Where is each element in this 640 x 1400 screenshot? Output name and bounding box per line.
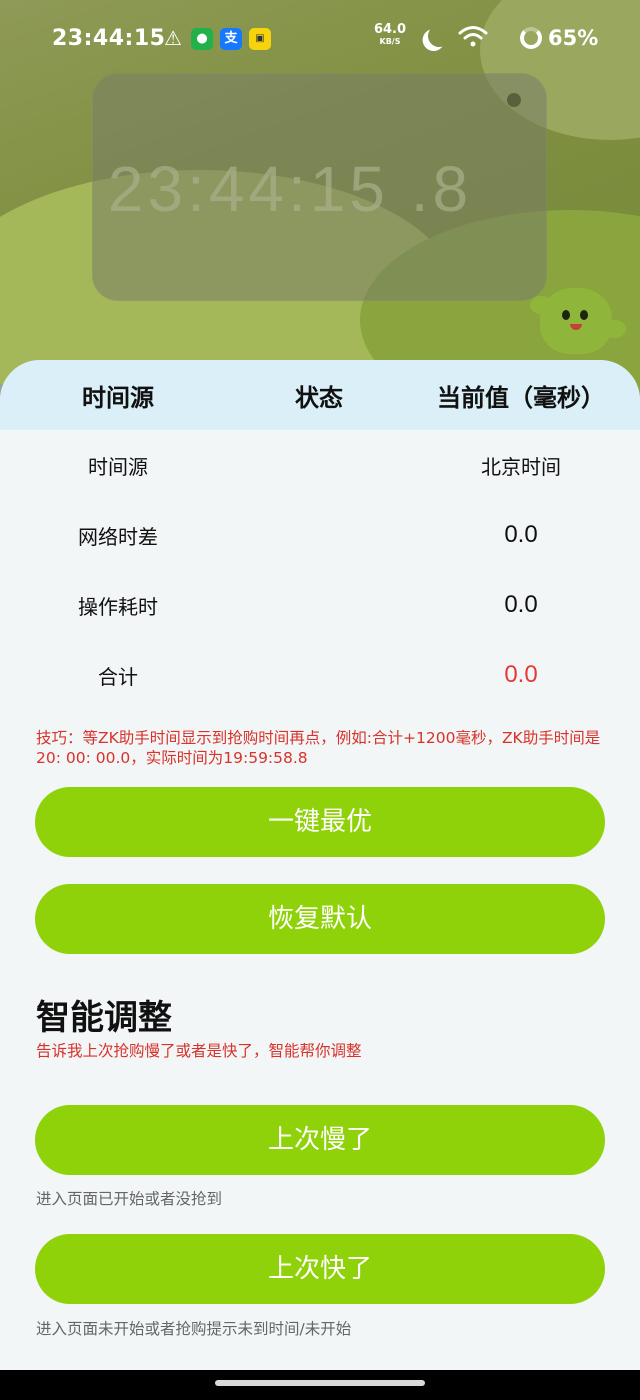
restore-default-button[interactable]: 恢复默认 (35, 884, 605, 954)
green-app-icon: ● (191, 28, 213, 50)
clock-card-dot (507, 93, 521, 107)
tip-text: 技巧：等ZK助手时间显示到抢购时间再点，例如:合计+1200毫秒，ZK助手时间是… (36, 729, 601, 767)
notification-icons: ⚠ ● 支 ▣ (162, 28, 271, 50)
status-right-icons: 64.0 KB/S (372, 22, 488, 48)
column-header-value: 当前值（毫秒） (437, 383, 605, 412)
row-label: 操作耗时 (78, 594, 158, 619)
last-fast-button[interactable]: 上次快了 (35, 1234, 605, 1304)
slow-hint: 进入页面已开始或者没抢到 (36, 1190, 223, 1208)
section-title: 智能调整 (36, 998, 172, 1038)
battery-indicator: 65% (520, 26, 598, 50)
row-value: 0.0 (504, 591, 538, 618)
table-header: 时间源 状态 当前值（毫秒） (0, 360, 640, 430)
network-speed: 64.0 KB/S (372, 22, 408, 48)
row-value: 北京时间 (481, 454, 561, 479)
optimal-button[interactable]: 一键最优 (35, 787, 605, 857)
wifi-icon (458, 24, 488, 48)
network-speed-unit: KB/S (379, 37, 401, 46)
row-label: 合计 (98, 664, 138, 689)
column-header-source: 时间源 (82, 383, 154, 412)
mascot-image (530, 280, 626, 360)
settings-sheet: 时间源 状态 当前值（毫秒） 时间源 北京时间 网络时差 0.0 操作耗时 0.… (0, 360, 640, 1370)
battery-level: 65% (548, 26, 599, 50)
navigation-bar (0, 1370, 640, 1400)
mascot-eye (580, 310, 588, 320)
section-subtitle: 告诉我上次抢购慢了或者是快了，智能帮你调整 (36, 1042, 362, 1060)
row-value: 0.0 (504, 521, 538, 548)
row-label: 时间源 (88, 454, 148, 479)
column-header-status: 状态 (295, 383, 343, 412)
table-row-source[interactable]: 时间源 北京时间 (0, 430, 640, 500)
alipay-icon: 支 (220, 28, 242, 50)
row-value-total: 0.0 (504, 661, 538, 688)
moon-icon (426, 23, 451, 48)
yellow-app-icon: ▣ (249, 28, 271, 50)
last-slow-button[interactable]: 上次慢了 (35, 1105, 605, 1175)
warning-icon: ⚠ (164, 26, 182, 50)
clock-display: 23:44:15 .8 (107, 153, 473, 225)
table-row-operation-time: 操作耗时 0.0 (0, 570, 640, 640)
table-row-total: 合计 0.0 (0, 640, 640, 710)
status-time: 23:44:15 (52, 26, 166, 51)
mascot-eye (562, 310, 570, 320)
mascot-body (540, 288, 612, 354)
battery-icon (520, 27, 542, 49)
row-label: 网络时差 (78, 524, 158, 549)
home-gesture-bar[interactable] (215, 1380, 425, 1386)
status-bar: 23:44:15 ⚠ ● 支 ▣ 64.0 KB/S 65% (0, 0, 640, 80)
network-speed-value: 64.0 (373, 22, 407, 37)
table-row-network-offset: 网络时差 0.0 (0, 500, 640, 570)
fast-hint: 进入页面未开始或者抢购提示未到时间/未开始 (36, 1320, 352, 1338)
